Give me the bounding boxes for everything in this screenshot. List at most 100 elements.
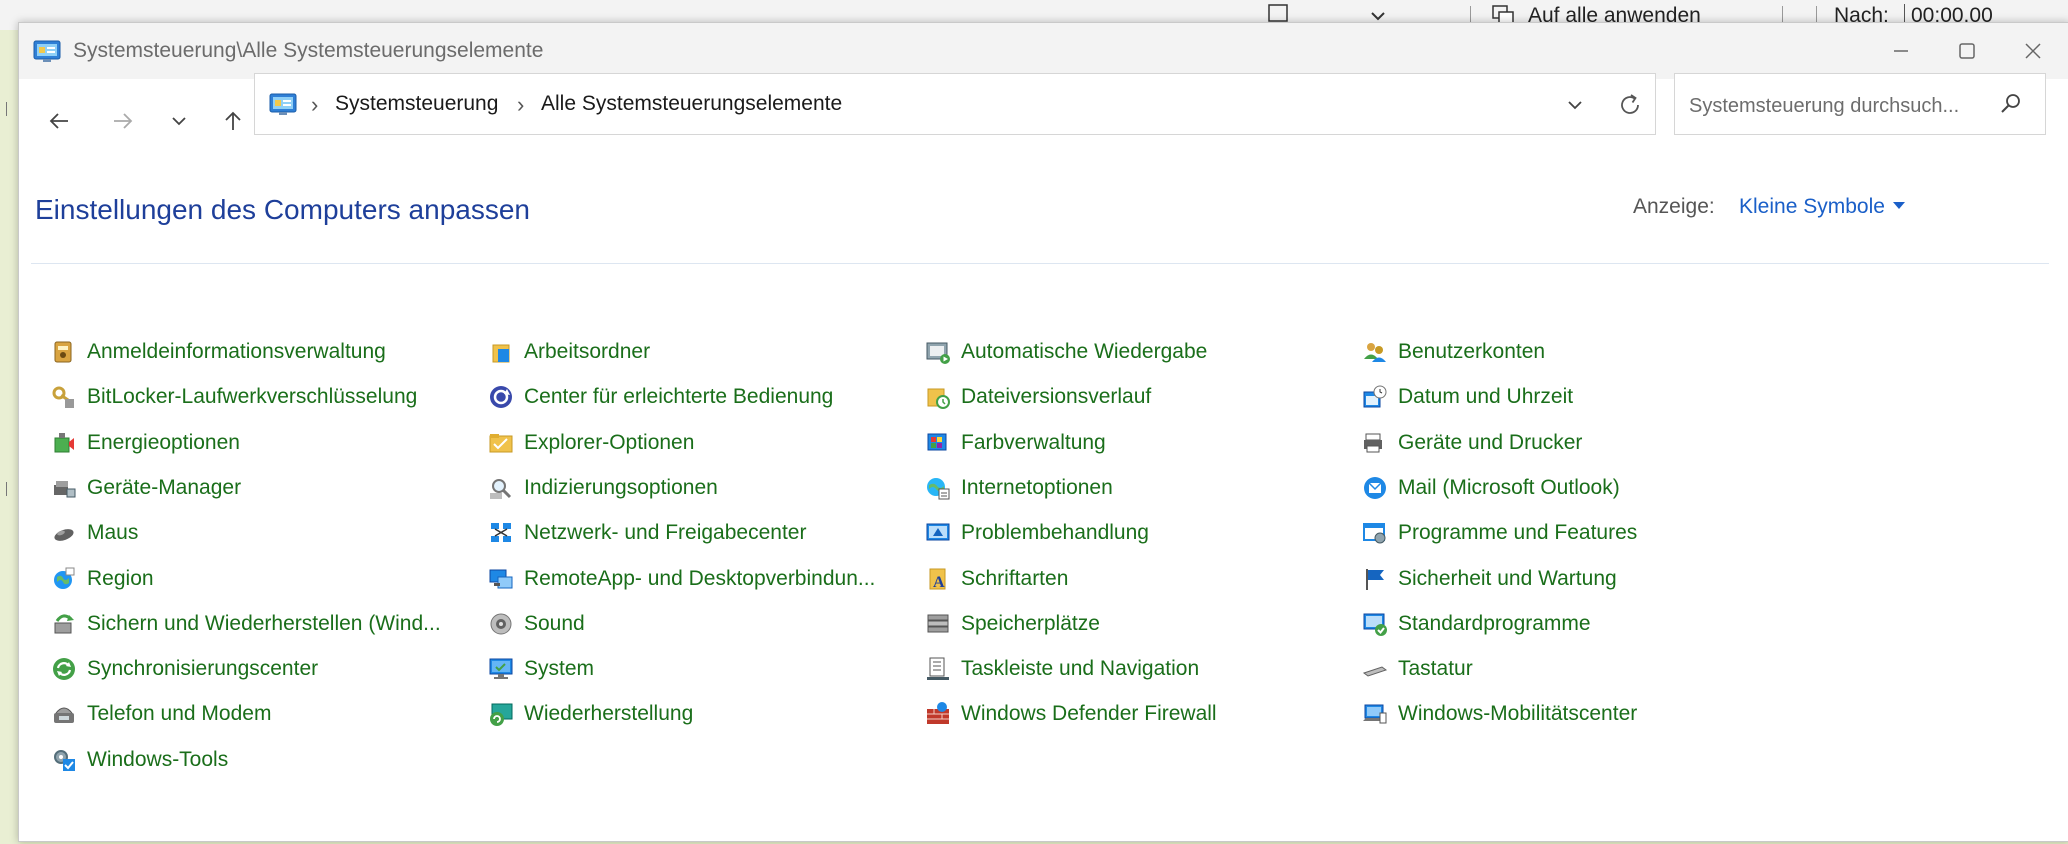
chevron-down-icon: [172, 117, 186, 126]
power-options-icon: [51, 430, 77, 456]
region-icon: [51, 566, 77, 592]
mobility-center-icon: [1362, 701, 1388, 727]
page-title: Einstellungen des Computers anpassen: [35, 194, 530, 225]
sync-center-icon: [51, 656, 77, 682]
control-panel-item-label: Taskleiste und Navigation: [961, 657, 1200, 680]
title-bar[interactable]: Systemsteuerung\Alle Systemsteuerungsele…: [19, 23, 2068, 79]
background-app-edge: [0, 30, 20, 844]
fonts-icon: A: [925, 566, 951, 592]
control-panel-item-label: Telefon und Modem: [87, 702, 272, 725]
date-time-icon: [1362, 384, 1388, 410]
control-panel-item-label: Farbverwaltung: [961, 431, 1106, 454]
autoplay-icon: [925, 339, 951, 365]
view-mode-dropdown[interactable]: Kleine Symbole: [1739, 195, 1905, 219]
search-icon[interactable]: [1999, 92, 2023, 121]
breadcrumb-systemsteuerung[interactable]: Systemsteuerung: [335, 92, 498, 116]
close-button[interactable]: [2003, 31, 2063, 71]
troubleshooting-icon: [925, 520, 951, 546]
breadcrumb-all-items[interactable]: Alle Systemsteuerungselemente: [541, 92, 842, 116]
control-panel-item-label: Arbeitsordner: [524, 340, 651, 363]
control-panel-item-label: Synchronisierungscenter: [87, 657, 319, 680]
caret-down-icon: [1892, 201, 1905, 209]
refresh-button[interactable]: [1611, 86, 1649, 124]
credential-manager-icon: [51, 339, 77, 365]
control-panel-icon: [269, 92, 297, 121]
control-panel-item-label: Maus: [87, 521, 139, 544]
background-edge-tick: [6, 102, 7, 116]
default-programs-icon: [1362, 611, 1388, 637]
backup-restore-icon: [51, 611, 77, 637]
control-panel-item-label: Geräte und Drucker: [1398, 431, 1583, 454]
background-edge-tick: [6, 482, 7, 496]
breadcrumb-chevron-icon[interactable]: ›: [517, 92, 524, 118]
control-panel-item-label: Windows-Tools: [87, 748, 229, 771]
bitlocker-icon: [51, 384, 77, 410]
control-panel-item-label: Region: [87, 567, 154, 590]
up-arrow-icon: [225, 111, 241, 130]
devices-printers-icon: [1362, 430, 1388, 456]
control-panel-item-label: Internetoptionen: [961, 476, 1113, 499]
ease-of-access-icon: [488, 384, 514, 410]
control-panel-item-label: System: [524, 657, 595, 680]
minimize-button[interactable]: [1871, 31, 1931, 71]
control-panel-item-label: RemoteApp- und Desktopverbindun...: [524, 567, 876, 590]
back-button[interactable]: [39, 101, 79, 141]
recovery-icon: [488, 701, 514, 727]
window-title: Systemsteuerung\Alle Systemsteuerungsele…: [73, 39, 544, 62]
control-panel-item-label: Datum und Uhrzeit: [1398, 385, 1574, 408]
address-dropdown-button[interactable]: [1561, 91, 1589, 119]
control-panel-item-label: Geräte-Manager: [87, 476, 242, 499]
network-sharing-icon: [488, 520, 514, 546]
control-panel-item-label: Energieoptionen: [87, 431, 240, 454]
file-history-icon: [925, 384, 951, 410]
sound-icon: [488, 611, 514, 637]
control-panel-item-label: Windows-Mobilitätscenter: [1398, 702, 1638, 725]
search-input[interactable]: [1687, 86, 1991, 126]
control-panel-item-label: Schriftarten: [961, 567, 1069, 590]
breadcrumb-chevron-icon[interactable]: ›: [311, 92, 318, 118]
control-panel-item-label: Sound: [524, 612, 585, 635]
close-icon: [2025, 43, 2041, 59]
minimize-icon: [1894, 50, 1908, 52]
windows-tools-icon: [51, 747, 77, 773]
forward-arrow-icon: [114, 113, 133, 129]
keyboard-icon: [1362, 656, 1388, 682]
security-maintenance-icon: [1362, 566, 1388, 592]
recent-locations-button[interactable]: [159, 101, 199, 141]
color-management-icon: [925, 430, 951, 456]
chevron-down-icon: [1568, 101, 1582, 110]
control-panel-item-label: Tastatur: [1398, 657, 1473, 680]
control-panel-item-label: Anmeldeinformationsverwaltung: [87, 340, 386, 363]
control-panel-item-label: Benutzerkonten: [1398, 340, 1546, 363]
forward-button[interactable]: [103, 101, 143, 141]
mail-icon: [1362, 475, 1388, 501]
control-panel-icon: [33, 39, 61, 68]
control-panel-item-label: Wiederherstellung: [524, 702, 694, 725]
control-panel-item-label: Programme und Features: [1398, 521, 1638, 544]
taskbar-icon: [925, 656, 951, 682]
control-panel-item-label: Explorer-Optionen: [524, 431, 695, 454]
control-panel-window: Systemsteuerung\Alle Systemsteuerungsele…: [18, 22, 2068, 842]
search-box[interactable]: [1674, 73, 2046, 135]
control-panel-item-label: BitLocker-Laufwerkverschlüsselung: [87, 385, 418, 408]
system-icon: [488, 656, 514, 682]
internet-options-icon: [925, 475, 951, 501]
refresh-icon: [1621, 94, 1639, 114]
control-panel-item-label: Center für erleichterte Bedienung: [524, 385, 834, 408]
control-panel-item-label: Mail (Microsoft Outlook): [1398, 476, 1620, 499]
back-arrow-icon: [49, 113, 68, 129]
remoteapp-icon: [488, 566, 514, 592]
mouse-icon: [51, 520, 77, 546]
address-bar[interactable]: › Systemsteuerung › Alle Systemsteuerung…: [254, 73, 1656, 135]
indexing-options-icon: [488, 475, 514, 501]
maximize-icon: [1959, 43, 1975, 59]
maximize-button[interactable]: [1937, 31, 1997, 71]
control-panel-item-label: Automatische Wiedergabe: [961, 340, 1208, 363]
user-accounts-icon: [1362, 339, 1388, 365]
up-button[interactable]: [213, 101, 253, 141]
control-panel-item-label: Indizierungsoptionen: [524, 476, 718, 499]
work-folders-icon: [488, 339, 514, 365]
programs-features-icon: [1362, 520, 1388, 546]
control-panel-item-label: Sicherheit und Wartung: [1398, 567, 1617, 590]
view-mode-value: Kleine Symbole: [1739, 195, 1885, 218]
